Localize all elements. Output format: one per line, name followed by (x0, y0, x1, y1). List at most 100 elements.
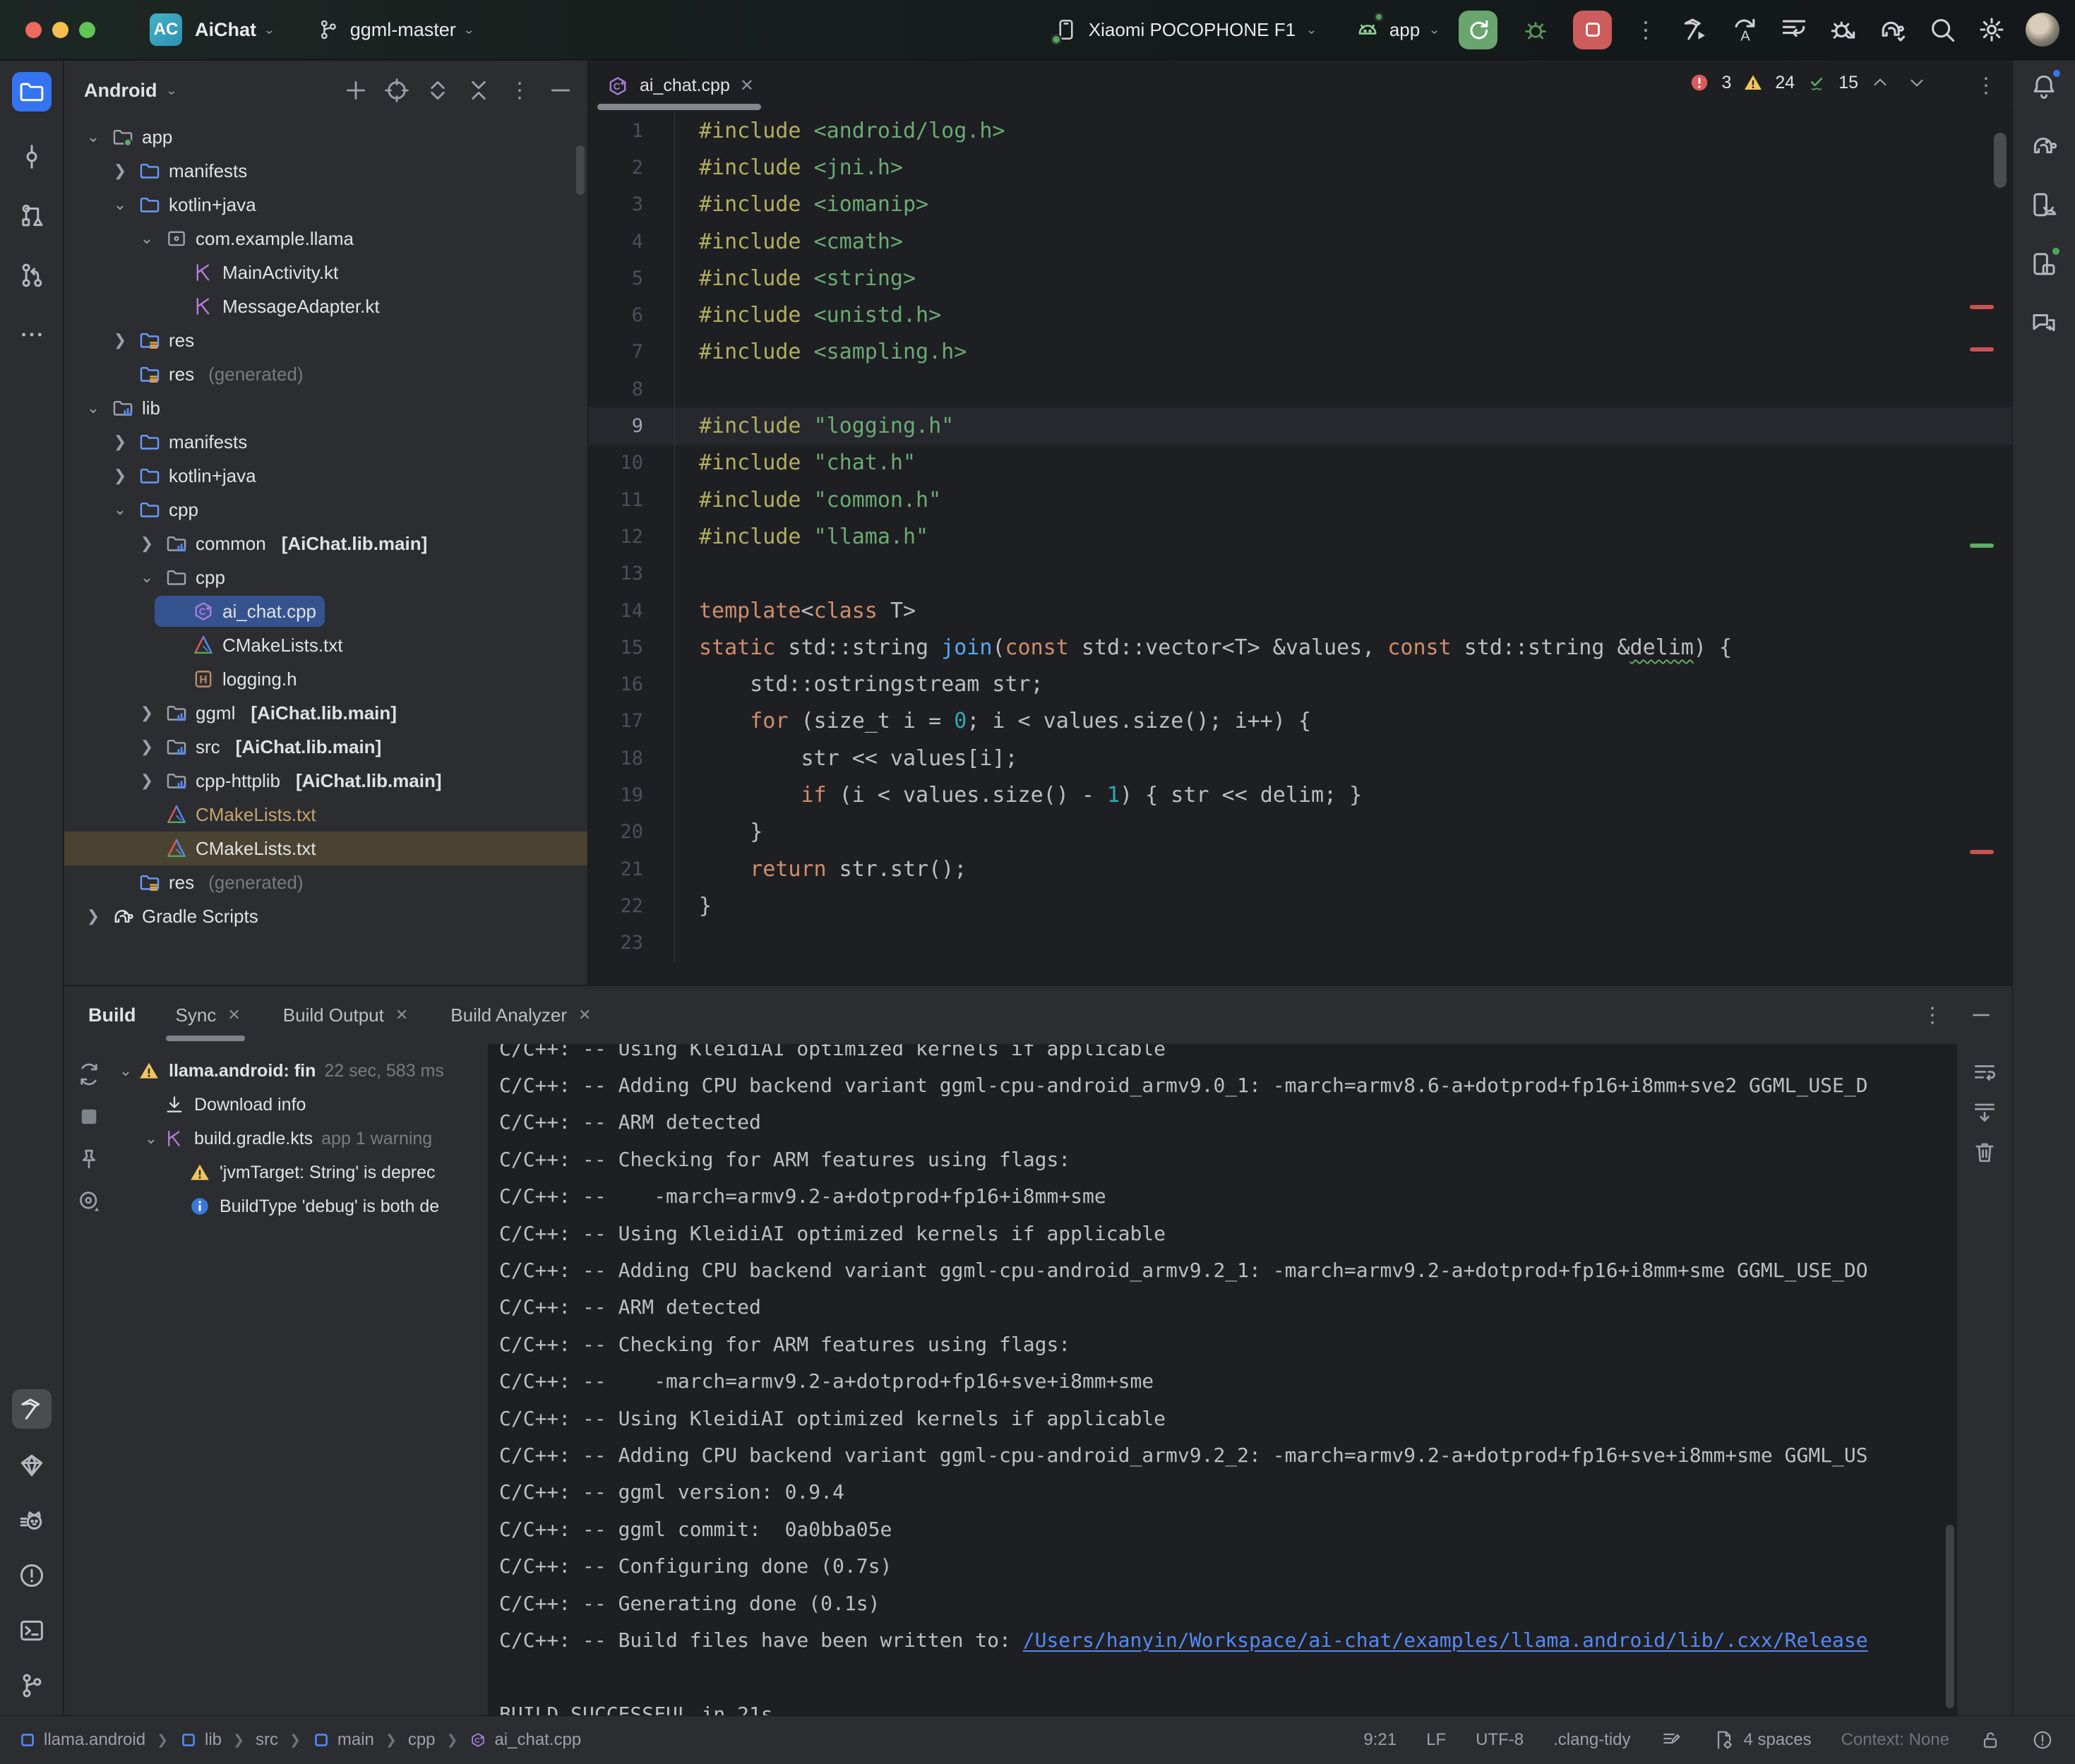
build-tab-sync[interactable]: Sync✕ (176, 986, 241, 1044)
build-tab-build-output[interactable]: Build Output✕ (283, 986, 409, 1044)
user-avatar[interactable] (2026, 13, 2059, 47)
breadcrumb-item-cpp[interactable]: cpp (408, 1730, 436, 1750)
device-selector[interactable]: Xiaomi POCOPHONE F1 ⌄ (1053, 17, 1317, 42)
tree-item-cpp[interactable]: ⌄cpp (64, 560, 587, 594)
code-line-15[interactable]: 15static std::string join(const std::vec… (589, 629, 2012, 666)
tree-item-messageadapter-kt[interactable]: MessageAdapter.kt (64, 289, 587, 323)
expander-icon[interactable]: ⌄ (136, 568, 157, 587)
breadcrumb[interactable]: llama.android❯lib❯src❯main❯cpp❯Cai_chat.… (18, 1730, 581, 1750)
soft-wrap-icon[interactable] (1971, 1060, 1998, 1086)
tree-item-res[interactable]: res(generated) (64, 357, 587, 391)
build-tree-item[interactable]: ⌄llama.android: fin22 sec, 583 ms (114, 1054, 488, 1088)
apply-changes-button[interactable]: A (1729, 14, 1760, 45)
stop-button[interactable] (1573, 11, 1612, 49)
unlock-icon[interactable] (1979, 1729, 2002, 1751)
problems-tool-button[interactable] (12, 1556, 52, 1595)
build-tree-item[interactable]: BuildType 'debug' is both de (114, 1189, 488, 1223)
prev-problem-icon[interactable] (1870, 72, 1891, 93)
project-view-selector[interactable]: Android (84, 80, 157, 102)
expander-icon[interactable]: ❯ (136, 704, 157, 722)
code-line-16[interactable]: 16 std::ostringstream str; (589, 666, 2012, 702)
code-line-11[interactable]: 11#include "common.h" (589, 481, 2012, 518)
error-stripe-mark[interactable] (1970, 305, 1994, 309)
caret-position[interactable]: 9:21 (1363, 1730, 1397, 1750)
editor-scrollbar[interactable] (1994, 133, 2007, 188)
exclamation-circle-icon[interactable] (2031, 1729, 2054, 1751)
tree-item-mainactivity-kt[interactable]: MainActivity.kt (64, 256, 587, 289)
build-tree-item[interactable]: 'jvmTarget: String' is deprec (114, 1156, 488, 1189)
pin-icon[interactable] (76, 1146, 102, 1172)
code-line-6[interactable]: 6#include <unistd.h> (589, 296, 2012, 333)
stop-square-icon[interactable] (76, 1103, 102, 1130)
window-minimize-button[interactable] (52, 22, 68, 38)
locate-file-button[interactable] (383, 76, 411, 104)
breadcrumb-item-src[interactable]: src (256, 1730, 278, 1750)
tree-item-com-example-llama[interactable]: ⌄com.example.llama (64, 222, 587, 256)
collapse-all-button[interactable] (465, 76, 493, 104)
breadcrumb-item-lib[interactable]: lib (179, 1730, 222, 1750)
device-manager-button[interactable] (2024, 185, 2064, 224)
code-line-8[interactable]: 8 (589, 371, 2012, 407)
code-line-9[interactable]: 9#include "logging.h" (589, 407, 2012, 444)
tree-item-gradle-scripts[interactable]: ❯Gradle Scripts (64, 899, 587, 933)
build-tree-item[interactable]: ⌄build.gradle.ktsapp 1 warning (114, 1122, 488, 1156)
code-line-3[interactable]: 3#include <iomanip> (589, 186, 2012, 223)
terminal-tool-button[interactable] (12, 1611, 52, 1650)
expander-icon[interactable]: ❯ (109, 467, 131, 485)
code-line-22[interactable]: 22} (589, 887, 2012, 924)
hide-panel-button[interactable] (546, 76, 575, 104)
code-line-7[interactable]: 7#include <sampling.h> (589, 334, 2012, 371)
tree-item-common[interactable]: ❯common[AiChat.lib.main] (64, 527, 587, 560)
rerun-button[interactable] (1459, 11, 1497, 49)
tree-item-cmakelists-txt[interactable]: CMakeLists.txt (64, 628, 587, 662)
breadcrumb-item-ai-chat-cpp[interactable]: Cai_chat.cpp (469, 1730, 581, 1750)
expander-icon[interactable]: ⌄ (109, 500, 131, 519)
code-line-18[interactable]: 18 str << values[i]; (589, 740, 2012, 776)
add-button[interactable] (342, 76, 370, 104)
tree-item-cmakelists-txt[interactable]: CMakeLists.txt (64, 832, 587, 865)
running-devices-button[interactable] (2024, 244, 2064, 284)
build-tool-button[interactable] (12, 1389, 52, 1429)
tree-item-lib[interactable]: ⌄lib (64, 391, 587, 425)
expander-icon[interactable]: ⌄ (139, 1129, 163, 1148)
line-ending[interactable]: LF (1426, 1730, 1446, 1750)
linter-status[interactable]: .clang-tidy (1553, 1730, 1630, 1750)
expand-all-button[interactable] (424, 76, 452, 104)
commit-tool-button[interactable] (12, 137, 52, 176)
error-stripe-mark[interactable] (1970, 544, 1994, 548)
project-selector[interactable]: AiChat (195, 19, 256, 41)
expander-icon[interactable]: ⌄ (83, 399, 104, 417)
code-line-12[interactable]: 12#include "llama.h" (589, 518, 2012, 555)
expander-icon[interactable]: ❯ (109, 162, 131, 180)
error-stripe-mark[interactable] (1970, 850, 1994, 854)
gradle-sync-button[interactable] (1877, 14, 1908, 45)
scroll-to-end-icon[interactable] (1971, 1099, 1998, 1126)
code-line-2[interactable]: 2#include <jni.h> (589, 149, 2012, 186)
code-line-4[interactable]: 4#include <cmath> (589, 223, 2012, 260)
expander-icon[interactable]: ⌄ (83, 128, 104, 146)
gradle-tool-button[interactable] (2024, 126, 2064, 165)
window-zoom-button[interactable] (79, 22, 95, 38)
code-line-1[interactable]: 1#include <android/log.h> (589, 112, 2012, 149)
gemini-button[interactable] (2024, 304, 2064, 343)
expander-icon[interactable]: ❯ (136, 772, 157, 790)
indent-setting[interactable]: 4 spaces (1713, 1729, 1812, 1751)
code-editor[interactable]: 1#include <android/log.h>2#include <jni.… (589, 112, 2012, 985)
console-file-link[interactable]: /Users/hanyin/Workspace/ai-chat/examples… (1023, 1628, 1868, 1652)
tree-item-ai-chat-cpp[interactable]: Cai_chat.cpp (64, 594, 587, 628)
filter-icon[interactable] (76, 1188, 102, 1215)
code-line-20[interactable]: 20 } (589, 814, 2012, 851)
expander-icon[interactable]: ⌄ (109, 196, 131, 214)
hide-build-panel-button[interactable] (1968, 1002, 1994, 1028)
tab-options-kebab[interactable]: ⋮ (1975, 73, 1997, 98)
encoding[interactable]: UTF-8 (1476, 1730, 1524, 1750)
run-config-selector[interactable]: app ⌄ (1354, 16, 1440, 43)
expander-icon[interactable]: ⌄ (136, 229, 157, 248)
code-line-21[interactable]: 21 return str.str(); (589, 851, 2012, 887)
panel-options-kebab[interactable]: ⋮ (506, 76, 534, 104)
build-tree-item[interactable]: Download info (114, 1088, 488, 1122)
clear-all-icon[interactable] (1971, 1139, 1998, 1165)
expander-icon[interactable]: ❯ (136, 738, 157, 756)
window-close-button[interactable] (25, 22, 42, 38)
build-tab-build-analyzer[interactable]: Build Analyzer✕ (450, 986, 591, 1044)
